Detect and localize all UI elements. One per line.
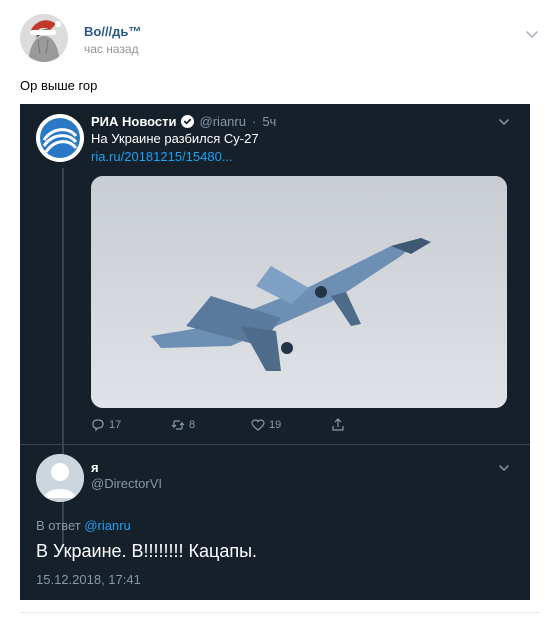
retweet-icon <box>171 420 185 430</box>
share-icon <box>332 418 344 431</box>
fighter-jet-image[interactable] <box>91 176 507 408</box>
reply-action[interactable]: 17 <box>91 418 121 432</box>
verified-badge-icon <box>180 115 194 128</box>
reply-author-handle[interactable]: @DirectorVI <box>91 476 162 491</box>
chevron-down-icon[interactable] <box>498 462 510 474</box>
retweet-author-name[interactable]: РИА Новости <box>91 114 177 129</box>
in-reply-to: В ответ @rianru <box>36 518 131 533</box>
reply-avatar[interactable] <box>36 454 84 502</box>
tweet-actions: 17 8 19 <box>91 418 391 434</box>
reply-icon <box>92 419 104 432</box>
retweet-text: На Украине разбился Су-27 <box>91 131 259 146</box>
retweet-handle[interactable]: @rianru <box>200 114 246 129</box>
retweet-action[interactable]: 8 <box>171 418 195 432</box>
post-bottom-rule <box>20 612 540 613</box>
retweet-body: На Украине разбился Су-27 ria.ru/2018121… <box>91 130 259 166</box>
santa-hat-avatar-icon <box>20 14 68 62</box>
reply-count: 17 <box>109 419 122 431</box>
default-user-icon <box>36 454 84 502</box>
chevron-down-icon[interactable] <box>524 26 540 42</box>
in-reply-handle-link[interactable]: @rianru <box>84 518 130 533</box>
tweet-divider <box>20 444 530 445</box>
reply-text: В Украине. В!!!!!!!! Кацапы. <box>36 541 258 561</box>
heart-icon <box>251 419 265 431</box>
embedded-tweet[interactable]: РИА Новости @rianru · 5ч На Украине разб… <box>20 104 530 600</box>
author-avatar[interactable] <box>20 14 68 62</box>
retweet-link[interactable]: ria.ru/20181215/15480... <box>91 148 259 166</box>
jet-illustration <box>91 176 507 408</box>
post-header: Во///дь™ час назад <box>20 14 540 66</box>
reply-author-name[interactable]: я <box>91 460 99 475</box>
reply-date[interactable]: 15.12.2018, 17:41 <box>36 572 141 587</box>
like-count: 19 <box>269 419 282 431</box>
ria-avatar[interactable] <box>36 114 84 162</box>
author-name[interactable]: Во///дь™ <box>84 24 141 39</box>
ria-logo-icon <box>36 114 84 162</box>
dot-separator: · <box>251 114 257 129</box>
post-text: Ор выше гор <box>20 78 98 93</box>
like-action[interactable]: 19 <box>251 418 281 432</box>
retweet-header: РИА Новости @rianru · 5ч <box>91 114 276 129</box>
retweet-count: 8 <box>189 419 196 431</box>
in-reply-prefix: В ответ <box>36 518 81 533</box>
share-action[interactable] <box>331 418 345 432</box>
post-time[interactable]: час назад <box>84 42 139 56</box>
retweet-age[interactable]: 5ч <box>262 114 276 129</box>
chevron-down-icon[interactable] <box>498 116 510 128</box>
